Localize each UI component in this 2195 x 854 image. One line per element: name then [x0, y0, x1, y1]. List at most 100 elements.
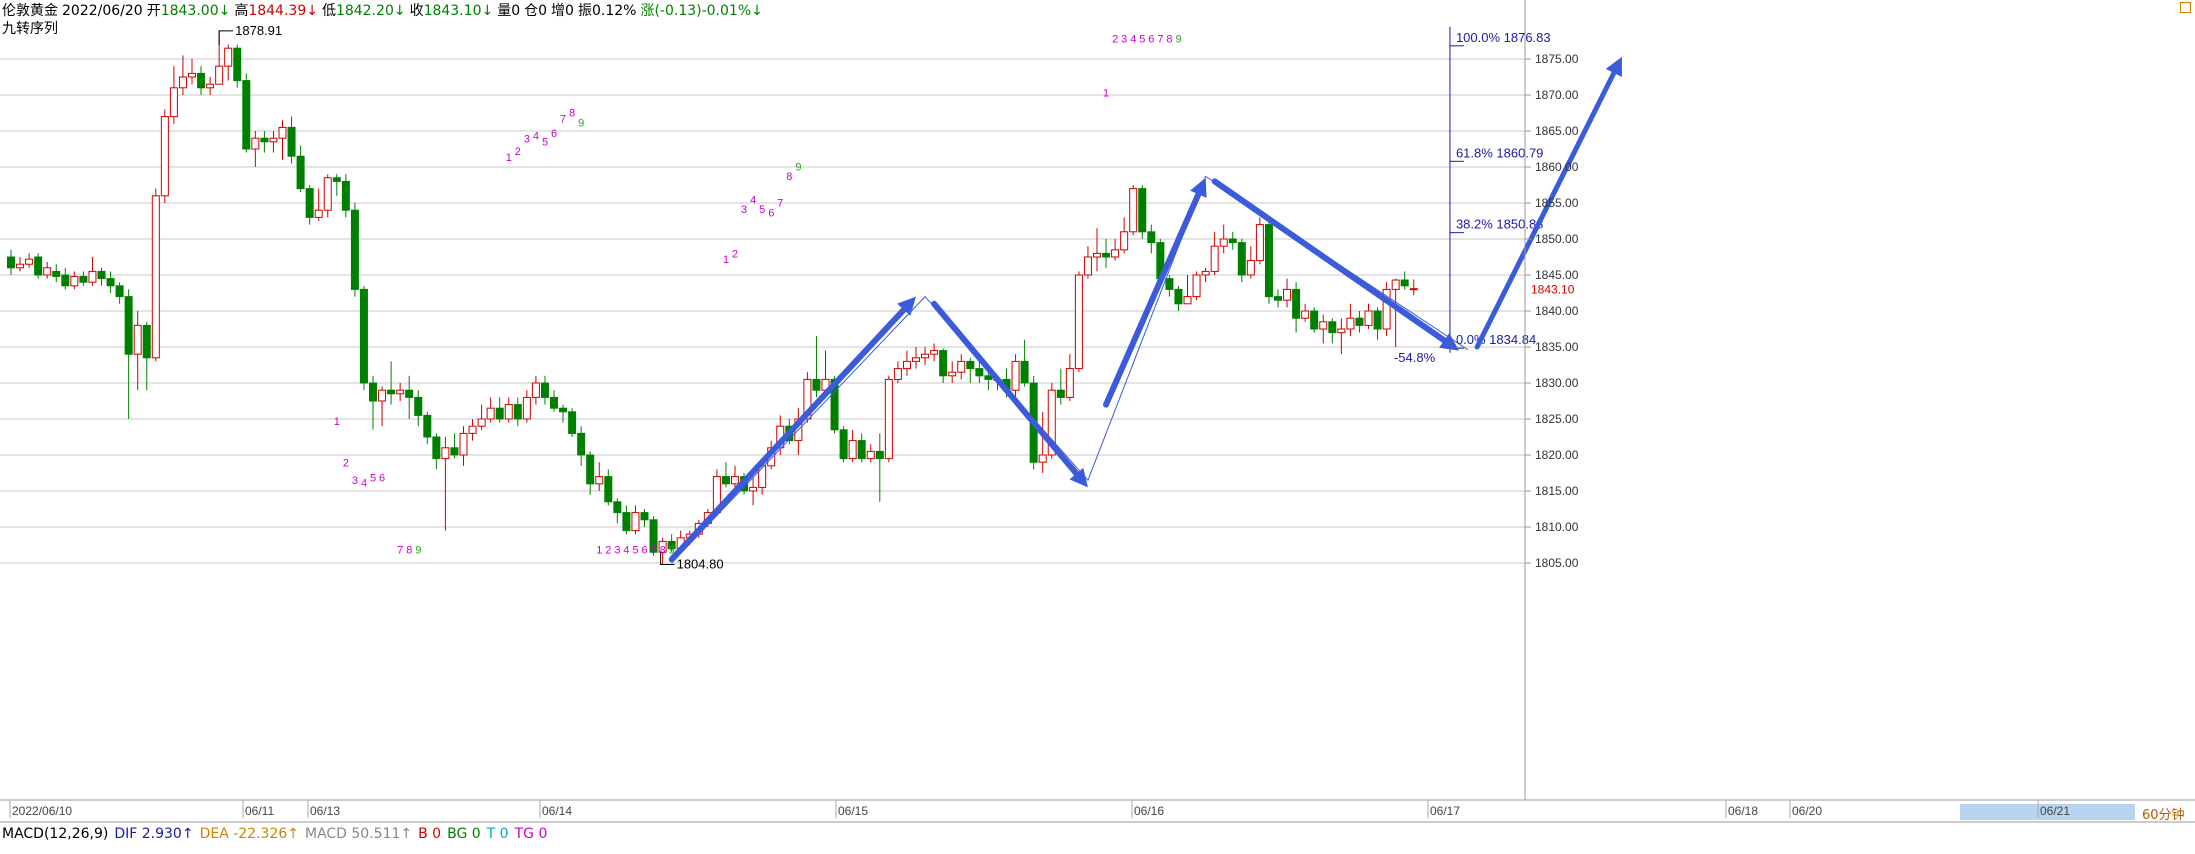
volume-value: 量0 [497, 3, 521, 19]
open-value: 1843.00↓ [160, 3, 231, 19]
candle-body-down [1020, 360, 1029, 384]
y-tick-label: 1850.00 [1535, 232, 1579, 246]
candle-body-up [1129, 188, 1138, 233]
low-label: 低 [321, 3, 336, 19]
candle-body-down [115, 285, 124, 298]
candle-body-up [323, 177, 332, 211]
candle-body-up [25, 258, 34, 265]
sequence-label: 9 [415, 545, 421, 557]
restore-icon[interactable] [2180, 2, 2191, 13]
high-label: 高 [234, 3, 249, 19]
candle-body-up [1301, 310, 1310, 319]
candle-body-down [369, 382, 377, 402]
candle-body-down [405, 389, 414, 398]
macd-name[interactable]: MACD(12,26,9) [2, 826, 108, 842]
candle-body-down [305, 188, 314, 218]
candle-body-down [1328, 321, 1337, 334]
sequence-label: 2 [605, 545, 611, 557]
candle-body-down [359, 288, 368, 384]
candle-body-up [43, 267, 52, 276]
candle-body-up [866, 450, 875, 460]
macd-bg: BG 0 [447, 826, 481, 842]
candle-body-up [902, 360, 911, 370]
x-tick-label: 2022/06/10 [12, 804, 72, 818]
candle-body-up [1192, 274, 1201, 298]
sequence-label: 6 [768, 208, 774, 220]
candle-body-up [278, 126, 287, 139]
candle-body-down [1292, 288, 1301, 319]
candle-body-down [1147, 231, 1156, 244]
candle-body-down [197, 72, 206, 89]
candle-body-down [1237, 242, 1246, 276]
y-tick-label: 1815.00 [1535, 484, 1579, 498]
candle-body-down [984, 375, 993, 380]
y-tick-label: 1820.00 [1535, 448, 1579, 462]
candle-body-up [1038, 454, 1047, 463]
candle-body-down [7, 256, 15, 269]
x-tick-label: 06/17 [1430, 804, 1460, 818]
high-marker-line [218, 30, 234, 45]
sequence-label: 7 [397, 545, 403, 557]
candle-body-up [468, 425, 477, 434]
change-value: 涨(-0.13)-0.01%↓ [640, 3, 763, 19]
candle-body-up [1346, 317, 1355, 330]
candle-body-down [513, 404, 522, 420]
candle-body-up [930, 350, 939, 355]
candle-body-up [1246, 260, 1255, 276]
candle-body-down [721, 476, 730, 485]
candle-body-up [224, 47, 233, 67]
y-tick-label: 1845.00 [1535, 268, 1579, 282]
candle-body-down [106, 278, 115, 287]
candle-body-up [269, 137, 278, 143]
sequence-label: 5 [370, 473, 376, 485]
candle-body-down [1174, 288, 1183, 305]
x-tick-label: 06/16 [1134, 804, 1164, 818]
candle-body-down [875, 450, 884, 460]
candle-wicks [10, 30, 1415, 565]
candle-body-down [966, 360, 975, 370]
sequence-label: 8 [569, 108, 575, 120]
x-tick-label: 06/15 [838, 804, 868, 818]
candle-body-up [1011, 360, 1020, 391]
x-tick-label: 06/14 [542, 804, 572, 818]
candle-body-up [378, 389, 387, 402]
macd-t: T 0 [486, 826, 509, 842]
candle-body-down [260, 137, 269, 143]
candle-body-down [604, 476, 613, 503]
candlestick-chart[interactable]: 1878.911804.80123 4 5 67 8 9123 4 567 891 2 3 4 5 6 7 8… [0, 0, 2195, 854]
low-value: 1842.20↓ [335, 3, 406, 19]
candle-body-up [1210, 245, 1219, 272]
candle-body-up [1083, 256, 1092, 276]
candle-body-up [1255, 224, 1264, 262]
macd-tg: TG 0 [514, 826, 548, 842]
candle-body-up [1120, 231, 1129, 251]
sequence-label: 2 [732, 249, 738, 261]
high-annotation: 1878.91 [235, 23, 282, 38]
candle-body-up [1111, 249, 1120, 258]
candle-body-up [396, 389, 405, 395]
candle-body-up [188, 72, 196, 78]
position-value: 仓0 [524, 3, 548, 19]
sequence-label: 5 [759, 204, 765, 216]
candle-body-up [477, 418, 486, 427]
period-label[interactable]: 60分钟 [2142, 804, 2185, 823]
macd-macd: MACD 50.511↑ [304, 826, 413, 842]
fib-level-label: 100.0% 1876.83 [1456, 30, 1551, 45]
macd-indicator-bar: MACD(12,26,9) DIF 2.930↑ DEA -22.326↑ MACD … [2, 826, 553, 842]
macd-dif: DIF 2.930↑ [114, 826, 194, 842]
sequence-label: 4 [1130, 33, 1136, 45]
y-tick-label: 1840.00 [1535, 304, 1579, 318]
y-tick-label: 1875.00 [1535, 52, 1579, 66]
y-tick-label: 1865.00 [1535, 124, 1579, 138]
sequence-label: 9 [795, 162, 801, 174]
candle-body-down [97, 270, 106, 280]
y-tick-label: 1870.00 [1535, 88, 1579, 102]
sequence-label: 6 [1148, 33, 1154, 45]
candle-body-up [504, 404, 513, 420]
candle-body-down [350, 209, 359, 290]
candle-body-down [242, 80, 251, 150]
sequence-label: 2 [1112, 33, 1118, 45]
increase-value: 增0 [551, 3, 574, 19]
candle-body-down [287, 126, 296, 157]
candle-body-down [568, 411, 577, 434]
